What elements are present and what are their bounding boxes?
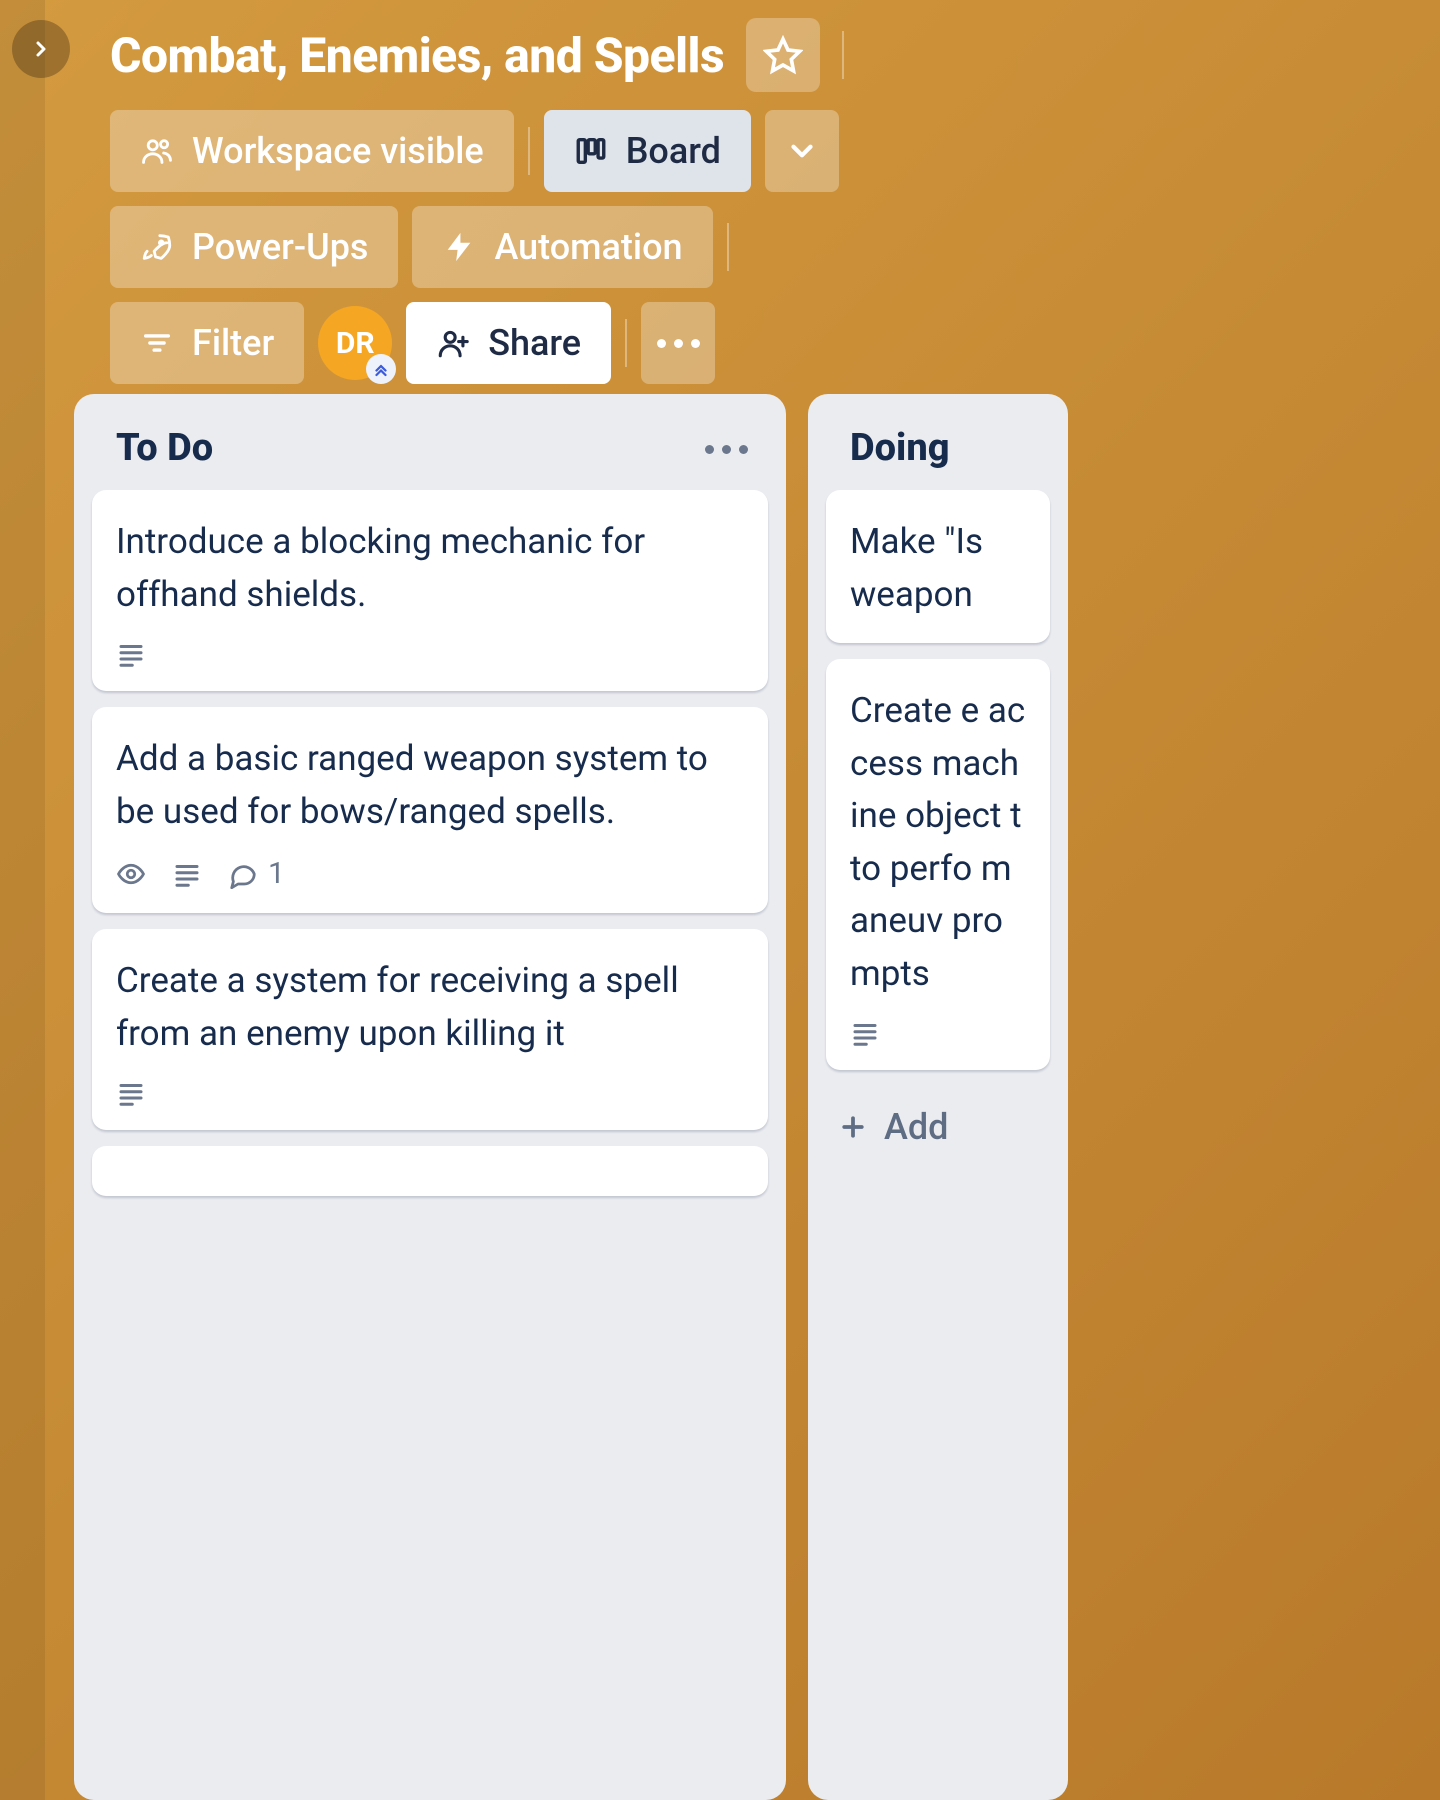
description-icon [116,639,146,669]
description-icon [116,1078,146,1108]
powerups-label: Power-Ups [192,226,368,268]
visibility-label: Workspace visible [192,130,484,172]
chevron-right-icon [29,37,53,61]
card-title: Make "Is weapon [850,516,1026,621]
board-icon [574,134,608,168]
board-menu-button[interactable] [641,302,715,384]
card-title [116,1172,744,1192]
filter-label: Filter [192,322,274,364]
filter-button[interactable]: Filter [110,302,304,384]
automation-label: Automation [494,226,682,268]
bolt-icon [442,230,476,264]
share-button[interactable]: Share [406,302,611,384]
member-avatar[interactable]: DR [318,306,392,380]
automation-button[interactable]: Automation [412,206,712,288]
more-icon [657,339,700,348]
chevron-down-icon [785,134,819,168]
star-icon [763,35,803,75]
board-title[interactable]: Combat, Enemies, and Spells [110,27,724,84]
eye-icon [116,859,146,889]
card-title: Create a system for receiving a spell fr… [116,955,744,1060]
separator [528,127,530,175]
add-card-label: Add [884,1106,948,1148]
card-title: Add a basic ranged weapon system to be u… [116,733,744,838]
view-switcher-button[interactable]: Board [544,110,751,192]
board-canvas[interactable]: To Do Introduce a blocking mechanic for … [74,394,1440,1800]
avatar-initials: DR [336,326,375,361]
watching-badge [116,859,146,889]
card[interactable]: Add a basic ranged weapon system to be u… [92,707,768,913]
separator [842,31,844,79]
person-add-icon [436,326,470,360]
description-icon [172,859,202,889]
people-icon [140,134,174,168]
card[interactable]: Create e access machine object t to perf… [826,659,1050,1070]
description-icon [850,1018,880,1048]
list-title[interactable]: Doing [850,426,949,470]
view-label: Board [626,130,721,172]
powerups-button[interactable]: Power-Ups [110,206,398,288]
list-menu-button[interactable] [695,433,758,464]
board-header: Combat, Enemies, and Spells Workspace vi… [80,10,1440,398]
add-card-button[interactable]: Add [826,1086,1050,1156]
filter-icon [140,326,174,360]
more-icon [705,445,748,454]
left-rail [0,0,45,1800]
card-title: Introduce a blocking mechanic for offhan… [116,516,744,621]
card[interactable] [92,1146,768,1196]
expand-sidebar-button[interactable] [12,20,70,78]
separator [727,223,729,271]
comment-icon [228,859,258,889]
share-label: Share [488,322,581,364]
separator [625,319,627,367]
card[interactable]: Create a system for receiving a spell fr… [92,929,768,1130]
list-todo: To Do Introduce a blocking mechanic for … [74,394,786,1800]
view-dropdown-button[interactable] [765,110,839,192]
plus-icon [838,1112,868,1142]
card-title: Create e access machine object t to perf… [850,685,1026,1000]
card[interactable]: Make "Is weapon [826,490,1050,643]
avatar-admin-badge [366,354,396,384]
star-button[interactable] [746,18,820,92]
list-title[interactable]: To Do [116,426,213,470]
rocket-icon [140,230,174,264]
card[interactable]: Introduce a blocking mechanic for offhan… [92,490,768,691]
comments-badge: 1 [228,856,285,891]
visibility-button[interactable]: Workspace visible [110,110,514,192]
list-doing: Doing Make "Is weapon Create e access ma… [808,394,1068,1800]
comment-count: 1 [268,856,285,891]
